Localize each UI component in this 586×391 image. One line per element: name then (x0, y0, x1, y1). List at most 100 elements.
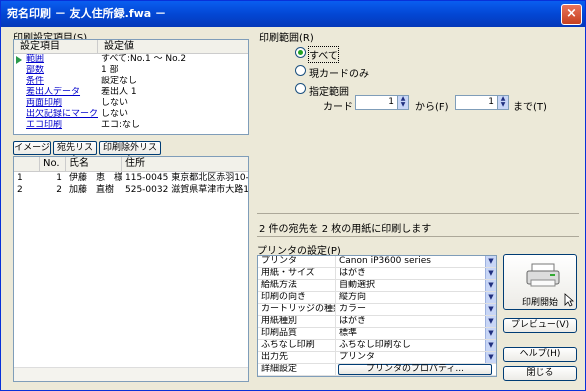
dropdown-arrow-icon[interactable]: ▼ (485, 328, 496, 339)
radio-current-card[interactable] (295, 65, 306, 76)
dropdown-arrow-icon[interactable]: ▼ (485, 280, 496, 291)
recipient-cell: 2 (56, 185, 62, 195)
dropdown-arrow-icon[interactable]: ▼ (485, 256, 496, 267)
recipient-table[interactable]: No. 氏名 住所 1 1 伊藤 恵 様 115-0045 東京都北区赤羽10- 2 2 加… (13, 156, 249, 382)
printer-setting-select[interactable]: はがき ▼ (336, 268, 496, 279)
from-card-value: 1 (388, 97, 394, 107)
printer-setting-row: 詳細設定 プリンタのプロパティ... (258, 364, 496, 376)
printer-settings-grid[interactable]: プリンタ Canon iP3600 series ▼ 用紙・サイズ はがき ▼ 給紙方法 自動… (257, 255, 497, 377)
settings-value: しない (101, 109, 129, 119)
close-button[interactable]: 閉じる (503, 366, 577, 381)
printer-setting-select[interactable]: ふちなし印刷なし ▼ (336, 340, 496, 351)
printer-setting-select[interactable]: Canon iP3600 series ▼ (336, 256, 496, 267)
divider-top (257, 213, 579, 214)
printer-setting-key: 印刷品質 (258, 328, 336, 339)
printer-setting-row: 用紙・サイズ はがき ▼ (258, 268, 496, 280)
print-summary: 2 件の宛先を 2 枚の用紙に印刷します (259, 224, 432, 235)
image-button[interactable]: イメージ (13, 141, 51, 155)
printer-setting-select[interactable]: 標準 ▼ (336, 328, 496, 339)
recipient-row[interactable]: 1 1 伊藤 恵 様 115-0045 東京都北区赤羽10- (14, 172, 248, 184)
printer-setting-row: 給紙方法 自動選択 ▼ (258, 280, 496, 292)
dropdown-arrow-icon[interactable]: ▼ (485, 304, 496, 315)
printer-setting-row: 印刷品質 標準 ▼ (258, 328, 496, 340)
col-address: 住所 (125, 158, 145, 169)
settings-value: 差出人 1 (101, 87, 137, 97)
printer-setting-row: 出力先 プリンタ ▼ (258, 352, 496, 364)
printer-setting-value: 標準 (339, 328, 358, 338)
settings-row[interactable]: 出欠記録にマーク しない (14, 109, 248, 120)
printer-setting-value: カラー (339, 304, 367, 314)
dropdown-arrow-icon[interactable]: ▼ (485, 268, 496, 279)
settings-row[interactable]: 条件 設定なし (14, 76, 248, 87)
printer-setting-select[interactable]: プリンタ ▼ (336, 352, 496, 363)
printer-setting-key: 給紙方法 (258, 280, 336, 291)
printer-setting-select[interactable]: 自動選択 ▼ (336, 280, 496, 291)
recipient-row[interactable]: 2 2 加藤 直樹 様525-0032 滋賀県草津市大路1 (14, 184, 248, 196)
printer-setting-key: プリンタ (258, 256, 336, 267)
settings-value: すべて:No.1 ～ No.2 (101, 54, 187, 64)
settings-value: 設定なし (101, 76, 138, 86)
settings-list[interactable]: 設定項目 設定値 範囲 すべて:No.1 ～ No.2 部数 1 部条件 設定なし 差出人… (13, 39, 249, 135)
settings-row[interactable]: 範囲 すべて:No.1 ～ No.2 (14, 54, 248, 65)
print-start-button[interactable]: 印刷開始 (503, 254, 577, 310)
settings-key[interactable]: エコ印刷 (14, 120, 98, 131)
to-label: まで(T) (513, 102, 547, 113)
close-window-button[interactable]: × (561, 4, 582, 25)
settings-row[interactable]: 両面印刷 しない (14, 98, 248, 109)
settings-value: しない (101, 98, 129, 108)
to-card-input[interactable]: 1 ▲ ▼ (455, 95, 509, 110)
exclude-list-button[interactable]: 印刷除外リスト (99, 141, 161, 165)
print-dialog: 宛名印刷 － 友人住所録.fwa － × 印刷設定項目(S) 設定項目 設定値 … (0, 0, 586, 391)
printer-setting-key: 出力先 (258, 352, 336, 363)
printer-setting-select[interactable]: はがき ▼ (336, 316, 496, 327)
dest-list-button[interactable]: 宛先リスト (53, 141, 97, 165)
settings-key[interactable]: 差出人データ (14, 87, 98, 98)
horizontal-scrollbar[interactable] (14, 367, 248, 381)
printer-setting-select[interactable]: カラー ▼ (336, 304, 496, 315)
settings-key[interactable]: 両面印刷 (14, 98, 98, 109)
printer-setting-value: はがき (339, 316, 367, 326)
radio-current-card-label: 現カードのみ (309, 69, 369, 80)
settings-row[interactable]: 差出人データ 差出人 1 (14, 87, 248, 98)
from-spin-icon[interactable]: ▲ ▼ (397, 96, 408, 109)
from-card-input[interactable]: 1 ▲ ▼ (355, 95, 409, 110)
settings-key[interactable]: 部数 (14, 65, 98, 76)
to-spin-icon[interactable]: ▲ ▼ (497, 96, 508, 109)
recipient-cell: 1 (56, 173, 62, 183)
preview-button[interactable]: プレビュー(V) (503, 318, 577, 333)
dropdown-arrow-icon[interactable]: ▼ (485, 352, 496, 363)
to-card-value: 1 (488, 97, 494, 107)
col-name: 氏名 (66, 157, 122, 171)
dropdown-arrow-icon[interactable]: ▼ (485, 316, 496, 327)
printer-icon (526, 263, 560, 287)
radio-range[interactable] (295, 83, 306, 94)
title-bar: 宛名印刷 － 友人住所録.fwa － × (1, 1, 585, 27)
printer-setting-select[interactable]: プリンタのプロパティ... (336, 364, 496, 375)
printer-properties-button[interactable]: プリンタのプロパティ... (338, 364, 492, 375)
divider-bottom (257, 236, 579, 237)
settings-row[interactable]: エコ印刷 エコ:なし (14, 120, 248, 131)
recipient-cell: 525-0032 滋賀県草津市大路1 (125, 185, 248, 195)
window-title: 宛名印刷 － 友人住所録.fwa － (7, 7, 167, 20)
printer-setting-select[interactable]: 縦方向 ▼ (336, 292, 496, 303)
recipient-cell: 115-0045 東京都北区赤羽10- (125, 173, 248, 183)
settings-row[interactable]: 部数 1 部 (14, 65, 248, 76)
dropdown-arrow-icon[interactable]: ▼ (485, 340, 496, 351)
help-button[interactable]: ヘルプ(H) (503, 347, 577, 362)
radio-all-label: すべて (308, 46, 339, 63)
printer-setting-value: Canon iP3600 series (339, 256, 431, 266)
settings-key[interactable]: 出欠記録にマーク (14, 109, 98, 120)
settings-key[interactable]: 範囲 (14, 54, 98, 65)
printer-setting-row: カートリッジの種類 カラー ▼ (258, 304, 496, 316)
printer-setting-value: ふちなし印刷なし (339, 340, 411, 350)
recipient-header: No. 氏名 住所 (14, 157, 248, 172)
printer-setting-key: ふちなし印刷 (258, 340, 336, 351)
settings-key[interactable]: 条件 (14, 76, 98, 87)
radio-all[interactable] (295, 47, 306, 58)
settings-value: 1 部 (101, 65, 119, 75)
recipient-cell: 2 (17, 185, 23, 195)
printer-setting-row: 印刷の向き 縦方向 ▼ (258, 292, 496, 304)
dropdown-arrow-icon[interactable]: ▼ (485, 292, 496, 303)
settings-rows: 範囲 すべて:No.1 ～ No.2 部数 1 部条件 設定なし 差出人データ 差出人 1両… (14, 54, 248, 131)
radio-range-label: 指定範囲 (309, 87, 349, 98)
